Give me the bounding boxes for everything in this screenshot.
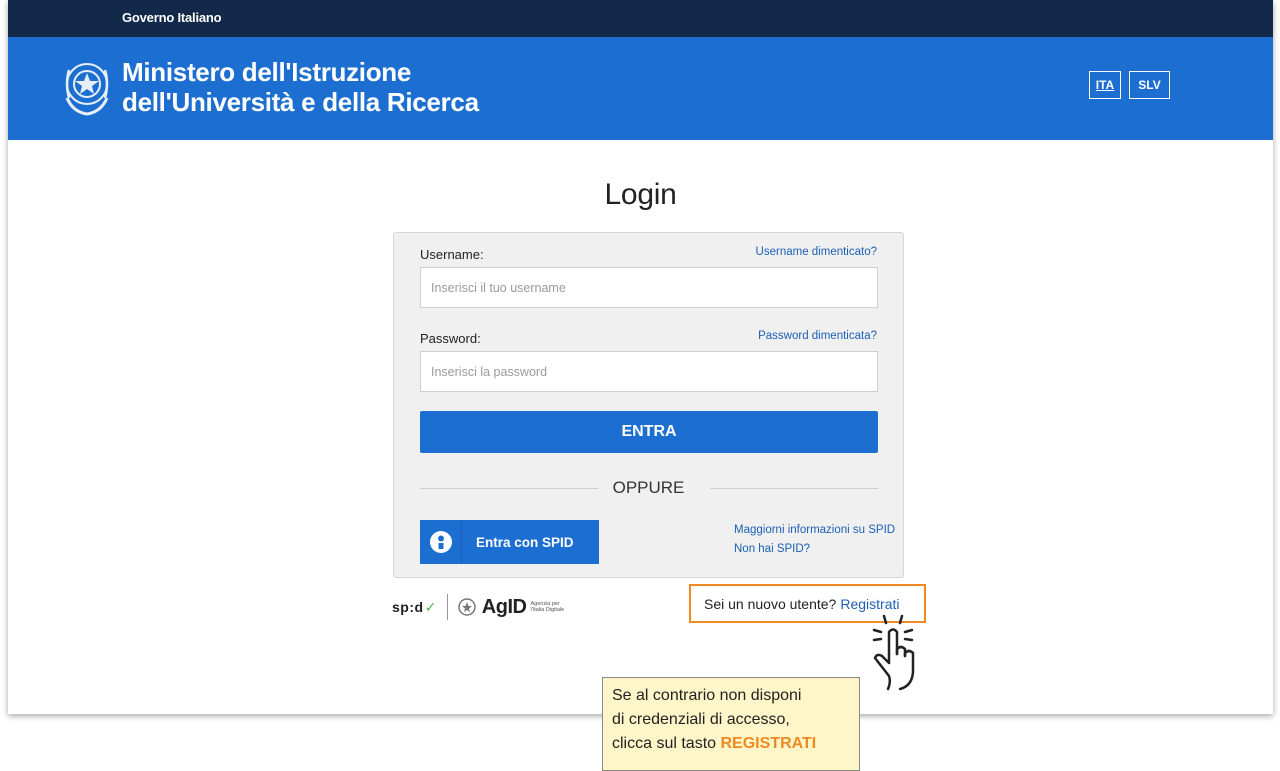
spid-user-icon <box>420 520 462 564</box>
ministry-title[interactable]: Ministero dell'Istruzione dell'Universit… <box>122 57 479 117</box>
slim-header-link[interactable]: Governo Italiano <box>122 10 222 25</box>
login-card: Username: Username dimenticato? Inserisc… <box>393 232 904 578</box>
callout-line1: Se al contrario non disponi <box>612 687 802 704</box>
main-header: Ministero dell'Istruzione dell'Universit… <box>8 37 1273 140</box>
spid-check-icon: ✓ <box>424 598 437 615</box>
agid-logo-text: AgID <box>481 595 527 618</box>
browser-page: Governo Italiano Ministero dell'Istruzio… <box>8 0 1273 714</box>
language-slv-button[interactable]: SLV <box>1129 71 1170 99</box>
instruction-callout: Se al contrario non disponi di credenzia… <box>602 677 860 771</box>
slim-header: Governo Italiano <box>8 0 1273 37</box>
ministry-title-line1: Ministero dell'Istruzione <box>122 57 412 87</box>
spid-login-button[interactable]: Entra con SPID <box>420 520 599 564</box>
no-spid-link[interactable]: Non hai SPID? <box>734 543 810 555</box>
hand-pointer-icon <box>872 614 915 691</box>
ministry-title-line2: dell'Università e della Ricerca <box>122 87 479 117</box>
register-prompt: Sei un nuovo utente? <box>704 595 837 612</box>
agid-logo-subtitle: Agenzia per l'Italia Digitale <box>530 601 565 613</box>
password-label: Password: <box>420 331 481 346</box>
language-ita-button[interactable]: ITA <box>1089 71 1121 99</box>
spid-button-label: Entra con SPID <box>476 534 574 550</box>
footer-logos: sp:d✓ AgID Agenzia per l'Italia Digitale <box>392 594 570 620</box>
page-title: Login <box>604 178 677 211</box>
agid-emblem-icon <box>458 598 476 616</box>
italian-republic-emblem-icon <box>65 63 109 116</box>
callout-line3: clicca sul tasto REGISTRATI <box>612 732 850 756</box>
callout-registrati-text: REGISTRATI <box>720 735 817 752</box>
username-input[interactable]: Inserisci il tuo username <box>420 267 878 308</box>
callout-line2: di credenziali di accesso, <box>612 711 790 728</box>
spid-logo: sp:d✓ <box>392 599 437 616</box>
separator-right <box>710 488 878 489</box>
logo-divider <box>446 594 448 620</box>
password-forgot-link[interactable]: Password dimenticata? <box>758 330 877 342</box>
spid-info-link[interactable]: Maggiorni informazioni su SPID <box>734 524 895 536</box>
password-input[interactable]: Inserisci la password <box>420 351 878 392</box>
username-forgot-link[interactable]: Username dimenticato? <box>756 246 877 258</box>
callout-line3-prefix: clicca sul tasto <box>612 735 717 752</box>
username-label: Username: <box>420 247 484 262</box>
spid-logo-text: sp:d <box>392 598 424 615</box>
login-submit-button[interactable]: ENTRA <box>420 411 878 453</box>
